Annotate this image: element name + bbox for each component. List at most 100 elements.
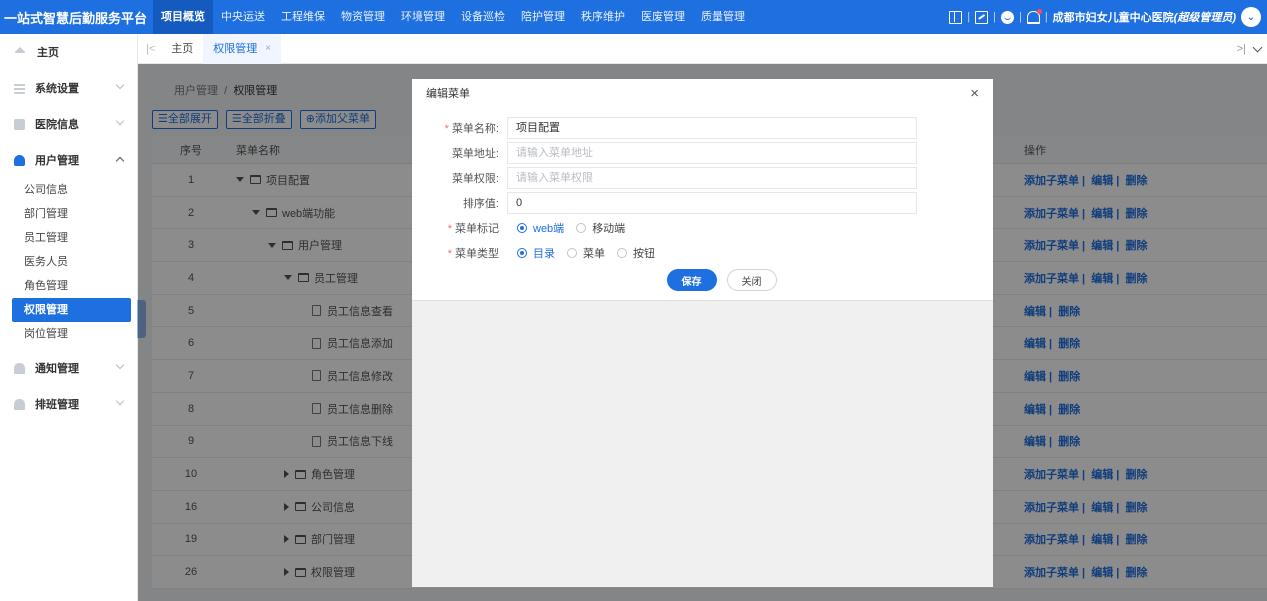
nav-item[interactable]: 工程维保 — [273, 0, 333, 34]
sidebar-item-hospital[interactable]: 医院信息 — [0, 106, 137, 142]
tab-label: 权限管理 — [213, 42, 258, 55]
form-row-sort: 排序值: 0 — [412, 190, 993, 215]
chevron-down-icon[interactable] — [1252, 42, 1263, 52]
tab-bar: |< 主页 权限管理 × >| — [138, 33, 1267, 64]
tab-home[interactable]: 主页 — [161, 34, 203, 64]
close-icon[interactable]: × — [970, 85, 979, 102]
sidebar-item-label: 系统设置 — [35, 83, 79, 95]
tab-bar-right: >| — [1237, 34, 1263, 64]
sort-value-input[interactable]: 0 — [507, 191, 917, 214]
chevron-down-icon — [115, 396, 125, 406]
sidebar-item-label: 主页 — [37, 47, 59, 59]
settings-icon — [14, 82, 25, 94]
hospital-icon — [14, 118, 25, 130]
nav-item[interactable]: 中央运送 — [213, 0, 273, 34]
sidebar-item-schedule[interactable]: 排班管理 — [0, 386, 137, 422]
radio-label: 菜单 — [583, 247, 605, 260]
nav-item[interactable]: 项目概览 — [153, 0, 214, 34]
bell-icon — [14, 398, 25, 410]
chevron-down-icon — [115, 360, 125, 370]
sidebar-item-label: 通知管理 — [35, 363, 79, 375]
radio-label: 移动端 — [592, 222, 626, 235]
nav-item[interactable]: 环境管理 — [393, 0, 453, 34]
field-label: 菜单地址: — [451, 147, 499, 160]
radio-circle-icon — [576, 222, 587, 233]
menu-flag-radio-group: web端 移动端 — [507, 220, 633, 236]
top-nav: 项目概览 中央运送 工程维保 物资管理 环境管理 设备巡检 陪护管理 秩序维护 医废管理 质量管理 — [153, 0, 753, 34]
sidebar-subitem[interactable]: 公司信息 — [12, 178, 131, 202]
sidebar-subitem[interactable]: 医务人员 — [12, 250, 131, 274]
nav-item[interactable]: 医废管理 — [633, 0, 693, 34]
sidebar-submenu: 公司信息 部门管理 员工管理 医务人员 角色管理 权限管理 岗位管理 — [0, 178, 137, 350]
user-icon — [14, 154, 25, 166]
menu-name-input[interactable]: 项目配置 — [507, 116, 917, 139]
bell-icon — [14, 362, 25, 374]
menu-permission-input[interactable]: 请输入菜单权限 — [507, 166, 917, 189]
menu-type-radio-group: 目录 菜单 按钮 — [507, 245, 663, 261]
menu-flag-option[interactable]: web端 — [517, 220, 564, 236]
sidebar: 主页 系统设置 医院信息 用户管理 公司信息 部门管理 员工管理 医务人员 角色管理 权限… — [0, 34, 138, 601]
sidebar-item-notify[interactable]: 通知管理 — [0, 350, 137, 386]
nav-item[interactable]: 质量管理 — [693, 0, 753, 34]
sidebar-subitem[interactable]: 部门管理 — [12, 202, 131, 226]
nav-item[interactable]: 陪护管理 — [513, 0, 573, 34]
radio-circle-icon — [617, 247, 627, 258]
form-row-name: * 菜单名称: 项目配置 — [412, 115, 993, 140]
form-row-url: 菜单地址: 请输入菜单地址 — [412, 140, 993, 165]
required-mark: * — [447, 222, 452, 235]
dialog-panel: 编辑菜单 × * 菜单名称: 项目配置 菜单地址: 请输入菜单地址 菜单权限: 请… — [412, 79, 993, 301]
edit-menu-dialog: 编辑菜单 × * 菜单名称: 项目配置 菜单地址: 请输入菜单地址 菜单权限: 请… — [412, 79, 993, 587]
bell-icon[interactable] — [1026, 8, 1042, 24]
radio-circle-icon — [517, 247, 527, 258]
notification-dot — [1036, 8, 1042, 14]
chevron-down-icon — [115, 80, 125, 90]
menu-type-option[interactable]: 菜单 — [567, 245, 605, 261]
face-icon[interactable] — [1000, 10, 1014, 24]
form-row-type: * 菜单类型 目录 菜单 按钮 — [412, 240, 993, 265]
label-text: 菜单名称: — [451, 122, 499, 135]
nav-item[interactable]: 物资管理 — [333, 0, 393, 34]
required-mark: * — [444, 122, 449, 135]
label-text: 菜单标记 — [455, 222, 499, 235]
sidebar-subitem[interactable]: 角色管理 — [12, 274, 131, 298]
hospital-name: 成都市妇女儿童中心医院 — [1052, 12, 1174, 24]
user-role: (超级管理员) — [1173, 12, 1236, 24]
menu-type-option[interactable]: 按钮 — [617, 245, 655, 261]
chart-icon[interactable] — [975, 10, 989, 24]
sidebar-item-home[interactable]: 主页 — [0, 34, 137, 70]
menu-flag-option[interactable]: 移动端 — [576, 220, 625, 236]
user-menu-chevron-icon[interactable]: ⌄ — [1241, 7, 1261, 27]
close-icon[interactable]: × — [265, 34, 271, 64]
brand-title: 一站式智慧后勤服务平台 — [4, 10, 148, 26]
field-label: 排序值: — [462, 197, 499, 210]
sidebar-subitem[interactable]: 员工管理 — [12, 226, 131, 250]
field-label: * 菜单名称: — [412, 120, 507, 136]
save-button[interactable]: 保存 — [666, 269, 717, 291]
sidebar-item-label: 排班管理 — [35, 399, 79, 411]
separator: | — [993, 11, 996, 23]
radio-label: 按钮 — [633, 247, 655, 260]
sidebar-subitem[interactable]: 岗位管理 — [12, 322, 131, 346]
radio-circle-icon — [517, 222, 527, 233]
menu-url-input[interactable]: 请输入菜单地址 — [507, 141, 917, 164]
nav-item[interactable]: 设备巡检 — [453, 0, 513, 34]
tab-scroll-right[interactable]: >| — [1237, 34, 1246, 64]
tab-permission[interactable]: 权限管理 × — [203, 33, 282, 64]
sidebar-item-label: 用户管理 — [35, 155, 79, 167]
radio-label: web端 — [533, 222, 565, 235]
close-button[interactable]: 关闭 — [726, 269, 777, 291]
tab-scroll-left[interactable]: |< — [138, 43, 161, 55]
nav-item[interactable]: 秩序维护 — [573, 0, 633, 34]
book-icon[interactable] — [949, 10, 963, 24]
menu-type-option[interactable]: 目录 — [517, 245, 555, 261]
dialog-buttons: 保存 关闭 — [412, 269, 993, 291]
top-right-tools: | | | | 成都市妇女儿童中心医院(超级管理员) ⌄ — [949, 0, 1261, 34]
required-mark: * — [447, 247, 452, 260]
user-hospital[interactable]: 成都市妇女儿童中心医院(超级管理员) — [1053, 9, 1236, 25]
radio-circle-icon — [567, 247, 577, 258]
top-bar: 一站式智慧后勤服务平台 项目概览 中央运送 工程维保 物资管理 环境管理 设备巡检 陪护管理… — [0, 0, 1267, 34]
form-row-perm: 菜单权限: 请输入菜单权限 — [412, 165, 993, 190]
sidebar-subitem[interactable]: 权限管理 — [12, 298, 131, 322]
sidebar-item-system[interactable]: 系统设置 — [0, 70, 137, 106]
sidebar-item-user-mgmt[interactable]: 用户管理 — [0, 142, 137, 178]
